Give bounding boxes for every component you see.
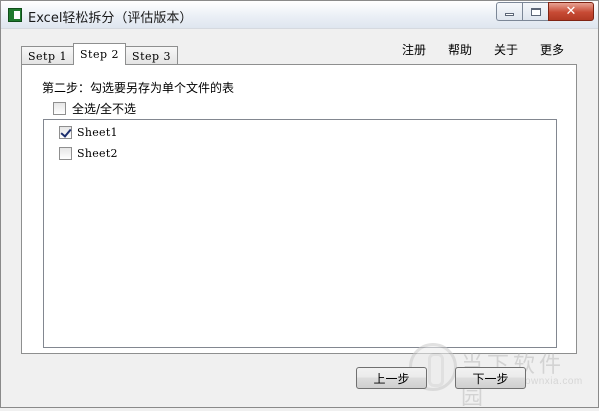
menu-help[interactable]: 帮助 <box>448 41 472 58</box>
excel-icon <box>8 8 22 22</box>
previous-step-button[interactable]: 上一步 <box>356 367 427 389</box>
sheet1-checkbox[interactable] <box>59 126 72 139</box>
close-button[interactable]: ✕ <box>548 2 594 21</box>
select-all-checkbox[interactable] <box>53 102 66 115</box>
tab-step-3[interactable]: Step 3 <box>125 46 179 65</box>
next-step-button[interactable]: 下一步 <box>455 367 526 389</box>
tab-strip: Setp 1 Step 2 Step 3 <box>21 43 179 65</box>
close-icon: ✕ <box>565 4 577 19</box>
menu-about[interactable]: 关于 <box>494 41 518 58</box>
select-all-label[interactable]: 全选/全不选 <box>72 100 136 117</box>
title-bar[interactable]: Excel轻松拆分（评估版本） ✕ <box>1 1 598 29</box>
sheet2-checkbox[interactable] <box>59 147 72 160</box>
select-all-toggle[interactable]: 全选/全不选 <box>53 100 136 117</box>
minimize-icon <box>505 13 514 16</box>
maximize-icon <box>530 7 541 16</box>
sheet-item-sheet1[interactable]: Sheet1 <box>59 126 118 139</box>
step-instruction: 第二步：勾选要另存为单个文件的表 <box>42 81 235 95</box>
top-menu: 注册 帮助 关于 更多 <box>380 41 564 58</box>
sheet-list[interactable]: Sheet1 Sheet2 <box>43 119 557 348</box>
window-controls: ✕ <box>496 2 594 22</box>
menu-register[interactable]: 注册 <box>402 41 426 58</box>
minimize-button[interactable] <box>496 2 522 21</box>
window-title: Excel轻松拆分（评估版本） <box>28 11 193 26</box>
sheet1-label[interactable]: Sheet1 <box>77 126 118 139</box>
app-window: Excel轻松拆分（评估版本） ✕ Setp 1 Step 2 Step 3 注… <box>0 0 599 410</box>
sheet-item-sheet2[interactable]: Sheet2 <box>59 147 118 160</box>
tab-step-1[interactable]: Setp 1 <box>21 46 75 65</box>
maximize-button[interactable] <box>522 2 548 21</box>
menu-more[interactable]: 更多 <box>540 41 564 58</box>
tab-step-2[interactable]: Step 2 <box>73 43 127 65</box>
sheet2-label[interactable]: Sheet2 <box>77 147 118 160</box>
step-2-panel: 第二步：勾选要另存为单个文件的表 全选/全不选 Sheet1 Sheet2 <box>21 64 577 354</box>
